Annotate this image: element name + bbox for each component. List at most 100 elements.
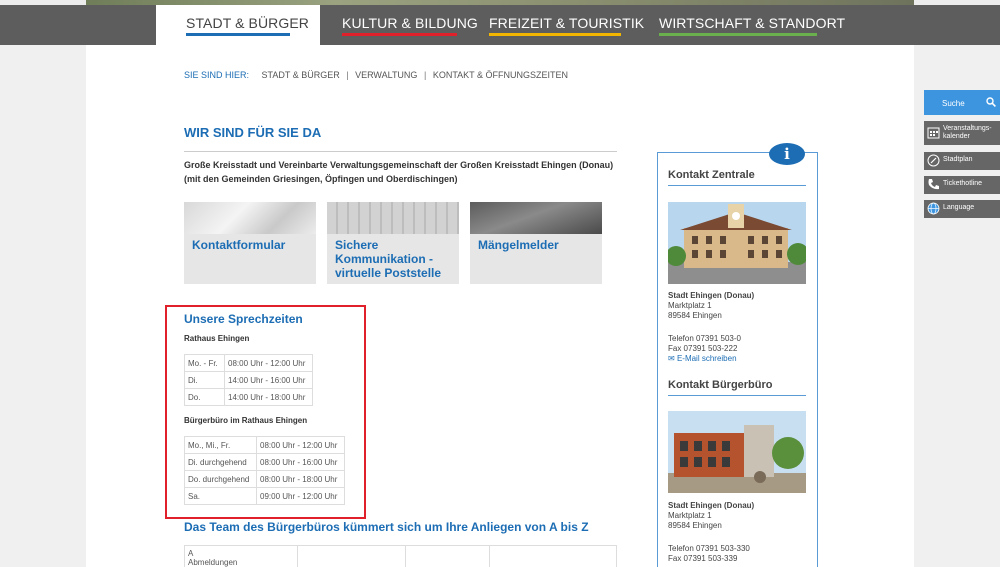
table-row: Mo. - Fr. 08:00 Uhr - 12:00 Uhr — [184, 354, 313, 372]
breadcrumb-separator: | — [423, 70, 427, 80]
nav-underline — [659, 33, 817, 36]
sidebar-item-label: Stadtplan — [943, 156, 973, 163]
buergerbuero-name: Stadt Ehingen (Donau) — [668, 501, 755, 510]
topic-cell — [405, 545, 490, 567]
zentrale-name: Stadt Ehingen (Donau) — [668, 291, 755, 300]
time-cell: 08:00 Uhr - 16:00 Uhr — [256, 453, 345, 471]
buergerbuero-city: 89584 Ehingen — [668, 521, 722, 530]
zentrale-street: Marktplatz 1 — [668, 301, 712, 310]
zentrale-contact: Telefon 07391 503-0 Fax 07391 503-222 ✉ … — [668, 334, 741, 364]
sidebar-item-tickethotline[interactable]: Tickethotline — [924, 176, 1000, 194]
time-cell: 08:00 Uhr - 12:00 Uhr — [256, 436, 345, 454]
zentrale-fax: Fax 07391 503-222 — [668, 344, 738, 353]
breadcrumb-link-kontakt[interactable]: KONTAKT & ÖFFNUNGSZEITEN — [433, 70, 568, 80]
zentrale-phone: Telefon 07391 503-0 — [668, 334, 741, 343]
nav-underline — [342, 33, 457, 36]
sidebar-item-language[interactable]: Language — [924, 200, 1000, 218]
search-label: Suche — [942, 99, 965, 108]
nav-label: WIRTSCHAFT & STANDORT — [659, 15, 846, 31]
sidebar-label-line1: Veranstaltungs- — [943, 125, 992, 132]
kontakt-zentrale-heading: Kontakt Zentrale — [668, 169, 755, 181]
time-cell: 08:00 Uhr - 12:00 Uhr — [224, 354, 313, 372]
team-topics-table: A Abmeldungen — [184, 545, 617, 567]
tile-maengelmelder[interactable]: Mängelmelder — [470, 202, 602, 284]
nav-underline — [186, 33, 290, 36]
kontakt-buergerbuero-heading: Kontakt Bürgerbüro — [668, 379, 773, 391]
time-cell: 08:00 Uhr - 18:00 Uhr — [256, 470, 345, 488]
email-link[interactable]: ✉ E-Mail schreiben — [668, 354, 737, 363]
breadcrumb-separator: | — [346, 70, 349, 80]
tile-sichere-kommunikation[interactable]: Sichere Kommunikation - virtuelle Postst… — [327, 202, 459, 284]
info-icon: i — [769, 143, 805, 165]
main-navigation: STADT & BÜRGER KULTUR & BILDUNG FREIZEIT… — [0, 5, 1000, 45]
table-row: Do. durchgehend 08:00 Uhr - 18:00 Uhr — [184, 470, 345, 488]
sidebar-label-line2: kalender — [943, 133, 970, 140]
team-title: Das Team des Bürgerbüros kümmert sich um… — [184, 520, 589, 534]
time-cell: 14:00 Uhr - 16:00 Uhr — [224, 371, 313, 389]
nav-stadt-buerger[interactable]: STADT & BÜRGER — [156, 5, 320, 45]
buergerbuero-street: Marktplatz 1 — [668, 511, 712, 520]
topic-letter: A — [188, 549, 194, 558]
buergerbuero-fax: Fax 07391 503-339 — [668, 554, 738, 563]
keyboard-image — [327, 202, 459, 234]
time-cell: 09:00 Uhr - 12:00 Uhr — [256, 487, 345, 505]
topic-cell[interactable]: A Abmeldungen — [184, 545, 298, 567]
buergerbuero-heading: Bürgerbüro im Rathaus Ehingen — [184, 416, 308, 425]
rathaus-hours-table: Mo. - Fr. 08:00 Uhr - 12:00 Uhr Di. 14:0… — [184, 354, 313, 406]
buergerbuero-phone: Telefon 07391 503-330 — [668, 544, 750, 553]
nav-wirtschaft-standort[interactable]: WIRTSCHAFT & STANDORT — [659, 5, 845, 45]
sidebar-search-button[interactable]: Suche — [924, 90, 1000, 115]
heading-underline — [668, 185, 806, 186]
rathaus-photo — [668, 202, 806, 284]
email-link-label: E-Mail schreiben — [676, 354, 737, 363]
day-cell: Do. durchgehend — [184, 470, 257, 488]
buergerbuero-contact: Telefon 07391 503-330 Fax 07391 503-339 — [668, 544, 750, 564]
compass-icon — [927, 154, 940, 167]
breadcrumb-link-stadt-buerger[interactable]: STADT & BÜRGER — [262, 70, 340, 80]
tile-kontaktformular[interactable]: Kontaktformular — [184, 202, 316, 284]
rathaus-heading: Rathaus Ehingen — [184, 334, 250, 343]
tile-label: Sichere Kommunikation - virtuelle Postst… — [335, 238, 442, 280]
day-cell: Mo., Mi., Fr. — [184, 436, 257, 454]
breadcrumb-link-verwaltung[interactable]: VERWALTUNG — [355, 70, 417, 80]
day-cell: Do. — [184, 388, 225, 406]
tile-label: Kontaktformular — [192, 238, 286, 252]
nav-freizeit-touristik[interactable]: FREIZEIT & TOURISTIK — [489, 5, 644, 45]
table-row: Di. 14:00 Uhr - 16:00 Uhr — [184, 371, 313, 389]
title-divider — [184, 151, 617, 152]
sidebar-item-stadtplan[interactable]: Stadtplan — [924, 152, 1000, 170]
form-paper-image — [184, 202, 316, 234]
tile-label: Mängelmelder — [478, 238, 559, 252]
zentrale-city: 89584 Ehingen — [668, 311, 722, 320]
breadcrumb-prefix: SIE SIND HIER: — [184, 70, 250, 80]
cracked-asphalt-image — [470, 202, 602, 234]
day-cell: Mo. - Fr. — [184, 354, 225, 372]
nav-underline — [489, 33, 621, 36]
search-icon — [986, 97, 996, 107]
nav-label: FREIZEIT & TOURISTIK — [489, 15, 645, 31]
topic-cell — [489, 545, 617, 567]
day-cell: Sa. — [184, 487, 257, 505]
day-cell: Di. durchgehend — [184, 453, 257, 471]
sidebar-item-label: Veranstaltungs- kalender — [943, 125, 992, 141]
buergerbuero-address: Stadt Ehingen (Donau) Marktplatz 1 89584… — [668, 501, 754, 531]
breadcrumb: SIE SIND HIER: STADT & BÜRGER | VERWALTU… — [184, 70, 568, 80]
page-title: WIR SIND FÜR SIE DA — [184, 125, 322, 140]
table-row: Do. 14:00 Uhr - 18:00 Uhr — [184, 388, 313, 406]
buergerbuero-hours-table: Mo., Mi., Fr. 08:00 Uhr - 12:00 Uhr Di. … — [184, 436, 345, 505]
table-row: Mo., Mi., Fr. 08:00 Uhr - 12:00 Uhr — [184, 436, 345, 454]
envelope-icon: ✉ — [668, 354, 675, 363]
table-row: Di. durchgehend 08:00 Uhr - 16:00 Uhr — [184, 453, 345, 471]
sidebar-item-label: Tickethotline — [943, 180, 983, 187]
zentrale-address: Stadt Ehingen (Donau) Marktplatz 1 89584… — [668, 291, 754, 321]
nav-kultur-bildung[interactable]: KULTUR & BILDUNG — [342, 5, 478, 45]
sidebar-item-veranstaltungskalender[interactable]: Veranstaltungs- kalender — [924, 121, 1000, 145]
nav-label: STADT & BÜRGER — [186, 15, 310, 31]
time-cell: 14:00 Uhr - 18:00 Uhr — [224, 388, 313, 406]
calendar-icon — [927, 127, 940, 139]
sidebar-item-label: Language — [943, 204, 975, 211]
main-content: SIE SIND HIER: STADT & BÜRGER | VERWALTU… — [86, 45, 914, 567]
table-row: A Abmeldungen — [184, 545, 617, 567]
topic-link[interactable]: Abmeldungen — [188, 558, 294, 567]
phone-icon — [928, 179, 939, 190]
